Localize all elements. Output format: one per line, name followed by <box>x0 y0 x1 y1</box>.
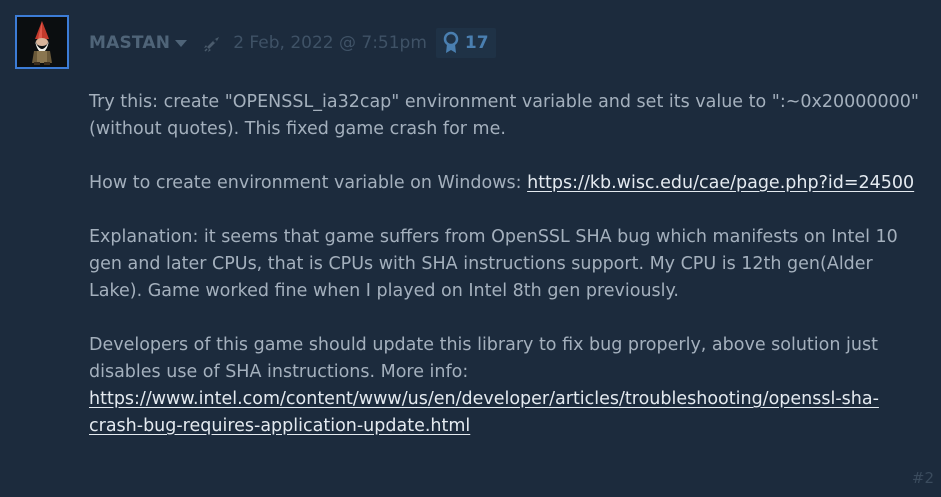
post-content: Try this: create "OPENSSL_ia32cap" envir… <box>89 89 919 440</box>
rocket-icon <box>204 37 220 52</box>
paragraph: Explanation: it seems that game suffers … <box>89 227 898 301</box>
post-header: MASTAN 2 Feb, 2022 @ 7:51pm 17 <box>89 28 496 58</box>
post-date: 2 Feb, 2022 @ 7:51pm <box>233 33 427 53</box>
award-count: 17 <box>464 33 489 53</box>
paragraph-text: Developers of this game should update th… <box>89 335 878 382</box>
paragraph: Developers of this game should update th… <box>89 332 919 440</box>
chevron-down-icon[interactable] <box>175 39 188 47</box>
post-number[interactable]: #2 <box>912 469 934 487</box>
paragraph: Try this: create "OPENSSL_ia32cap" envir… <box>89 92 919 139</box>
author-name[interactable]: MASTAN <box>89 33 170 53</box>
paragraph: How to create environment variable on Wi… <box>89 170 919 197</box>
avatar[interactable] <box>15 15 69 69</box>
wisc-link[interactable]: https://kb.wisc.edu/cae/page.php?id=2450… <box>527 173 914 193</box>
gnome-avatar-icon <box>17 17 67 67</box>
award-button[interactable]: 17 <box>435 28 496 58</box>
paragraph-text: How to create environment variable on Wi… <box>89 173 528 193</box>
intel-link[interactable]: https://www.intel.com/content/www/us/en/… <box>89 389 879 436</box>
award-ribbon-icon <box>443 31 459 53</box>
forum-post: MASTAN 2 Feb, 2022 @ 7:51pm 17 Try this:… <box>0 0 941 497</box>
